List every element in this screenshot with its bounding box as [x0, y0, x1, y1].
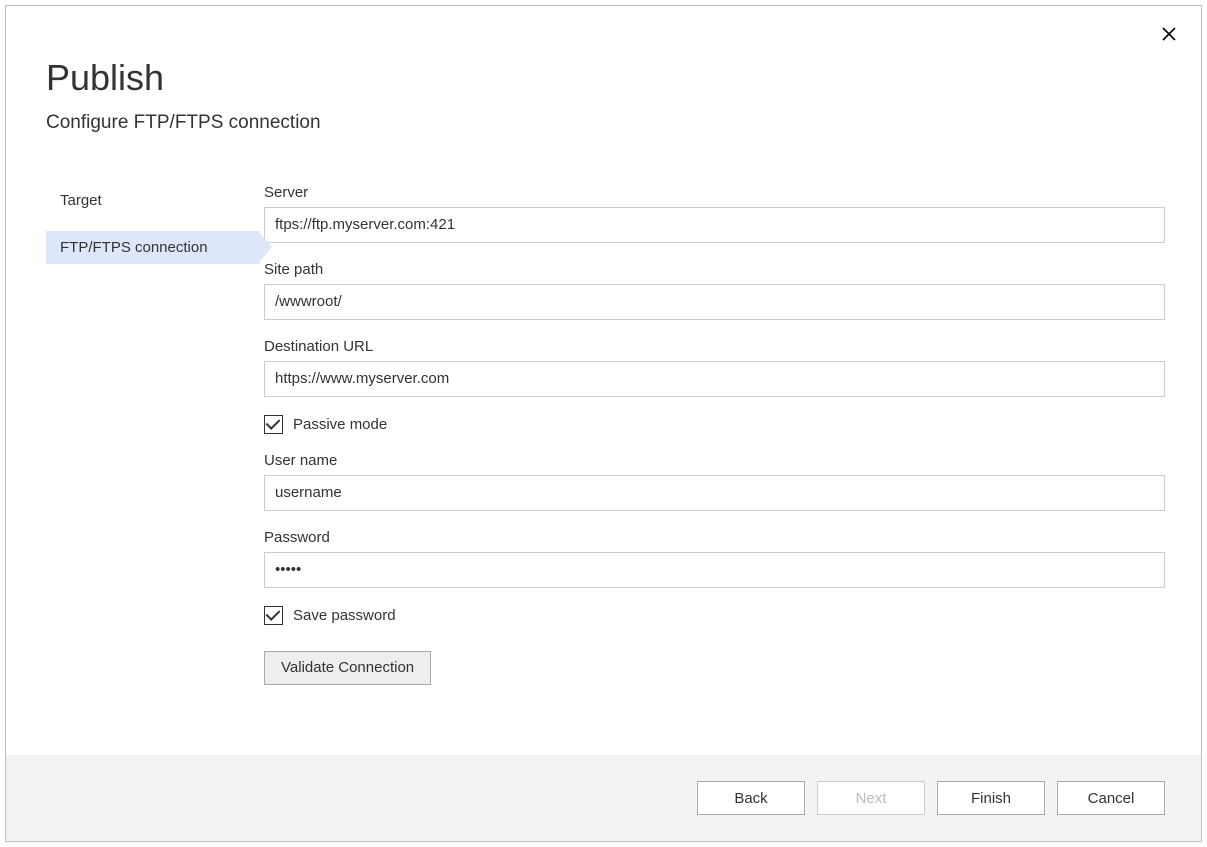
passive-mode-label[interactable]: Passive mode [293, 416, 387, 433]
save-password-label[interactable]: Save password [293, 607, 396, 624]
finish-button[interactable]: Finish [937, 781, 1045, 815]
sidebar-item-label: Target [60, 192, 102, 209]
sitepath-label: Site path [264, 261, 1165, 278]
dialog-footer: Back Next Finish Cancel [6, 755, 1201, 841]
back-button-label: Back [734, 790, 767, 807]
username-input[interactable] [264, 475, 1165, 511]
sidebar-item-ftp-connection[interactable]: FTP/FTPS connection [46, 231, 260, 264]
form-panel: Server Site path Destination URL Passive… [260, 184, 1201, 755]
dialog-body: Target FTP/FTPS connection Server Site p… [6, 152, 1201, 755]
desturl-label: Destination URL [264, 338, 1165, 355]
password-input[interactable] [264, 552, 1165, 588]
validate-connection-label: Validate Connection [281, 659, 414, 676]
password-group: Password [264, 529, 1165, 588]
finish-button-label: Finish [971, 790, 1011, 807]
wizard-sidebar: Target FTP/FTPS connection [6, 184, 260, 755]
desturl-group: Destination URL [264, 338, 1165, 397]
password-label: Password [264, 529, 1165, 546]
desturl-input[interactable] [264, 361, 1165, 397]
server-label: Server [264, 184, 1165, 201]
username-label: User name [264, 452, 1165, 469]
sitepath-input[interactable] [264, 284, 1165, 320]
page-title: Publish [46, 58, 1161, 98]
publish-dialog: Publish Configure FTP/FTPS connection Ta… [5, 5, 1202, 842]
close-button[interactable] [1155, 20, 1183, 48]
sidebar-item-label: FTP/FTPS connection [60, 239, 208, 256]
next-button: Next [817, 781, 925, 815]
dialog-header: Publish Configure FTP/FTPS connection [6, 6, 1201, 152]
back-button[interactable]: Back [697, 781, 805, 815]
validate-connection-button[interactable]: Validate Connection [264, 651, 431, 685]
page-subtitle: Configure FTP/FTPS connection [46, 112, 1161, 134]
cancel-button-label: Cancel [1088, 790, 1135, 807]
server-input[interactable] [264, 207, 1165, 243]
passive-mode-checkbox[interactable] [264, 415, 283, 434]
sitepath-group: Site path [264, 261, 1165, 320]
close-icon [1162, 27, 1176, 41]
next-button-label: Next [856, 790, 887, 807]
save-password-row: Save password [264, 606, 1165, 625]
passive-mode-row: Passive mode [264, 415, 1165, 434]
save-password-checkbox[interactable] [264, 606, 283, 625]
cancel-button[interactable]: Cancel [1057, 781, 1165, 815]
server-group: Server [264, 184, 1165, 243]
sidebar-item-target[interactable]: Target [46, 184, 260, 217]
username-group: User name [264, 452, 1165, 511]
